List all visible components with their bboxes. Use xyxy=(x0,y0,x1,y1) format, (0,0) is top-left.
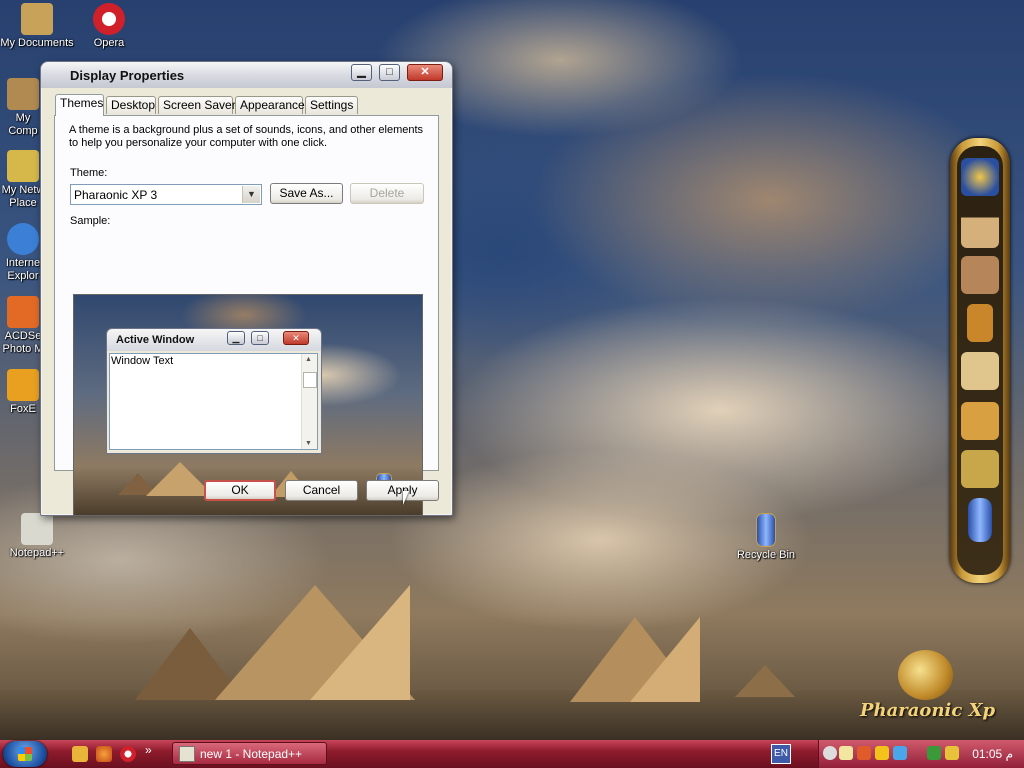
power-icon[interactable] xyxy=(945,746,959,760)
maximize-button[interactable]: □ xyxy=(379,64,400,81)
minimize-icon: ▁ xyxy=(357,66,366,78)
book-icon[interactable] xyxy=(961,352,999,390)
cancel-button[interactable]: Cancel xyxy=(285,480,358,501)
themes-panel: A theme is a background plus a set of so… xyxy=(54,115,439,516)
system-tray: 01:05 م xyxy=(818,740,1024,768)
sample-window-title: Active Window xyxy=(116,334,195,346)
computer-icon xyxy=(7,78,39,110)
dialog-title: Display Properties xyxy=(70,68,185,83)
desktop-icon-my-documents[interactable]: My Documents xyxy=(0,3,74,50)
pharaoh-mask-icon[interactable] xyxy=(961,158,999,196)
ie-icon xyxy=(7,223,39,255)
clock[interactable]: 01:05 م xyxy=(972,747,1013,761)
chevron-down-icon[interactable]: ▼ xyxy=(242,186,260,203)
sample-minimize-icon: ▁ xyxy=(227,331,245,345)
theme-label: Theme: xyxy=(70,167,108,179)
desktop-icon-recycle-bin[interactable]: Recycle Bin xyxy=(729,513,803,562)
firefox-icon[interactable] xyxy=(96,746,112,762)
network-icon xyxy=(7,150,39,182)
language-indicator[interactable]: EN xyxy=(771,744,791,764)
sample-maximize-icon: □ xyxy=(251,331,269,345)
winamp-icon[interactable] xyxy=(72,746,88,762)
shield-icon[interactable] xyxy=(875,746,889,760)
opera-quicklaunch-icon[interactable] xyxy=(120,746,136,762)
desktop-icon-label: Notepad++ xyxy=(9,547,65,559)
pyramid-far xyxy=(735,665,795,697)
scroll-up-icon: ▲ xyxy=(305,356,312,363)
scroll-thumb xyxy=(303,372,317,388)
tab-desktop[interactable]: Desktop xyxy=(106,96,156,114)
tab-themes[interactable]: Themes xyxy=(55,94,104,116)
save-as-button[interactable]: Save As... xyxy=(270,183,343,204)
egyptian-dock xyxy=(950,138,1010,583)
tab-screen-saver[interactable]: Screen Saver xyxy=(158,96,236,114)
taskbar: » new 1 - Notepad++ EN 01:05 م xyxy=(0,740,1024,768)
desktop-icon-notepadpp[interactable]: Notepad++ xyxy=(0,513,74,560)
opera-icon xyxy=(93,3,125,35)
pyramids-icon[interactable] xyxy=(961,210,999,248)
acdsee-icon xyxy=(7,296,39,328)
logo-text: Pharaonic Xp xyxy=(860,700,996,721)
pharaoh-statue-icon xyxy=(21,3,53,35)
sample-active-window: Active Window ▁ □ ✕ Window Text ▲ ▼ xyxy=(106,328,322,454)
sample-window-text: Window Text xyxy=(111,355,174,367)
scribe-statue-icon[interactable] xyxy=(961,256,999,294)
notepad-icon xyxy=(179,745,195,762)
minus-circle-icon[interactable] xyxy=(823,746,837,760)
delete-button[interactable]: Delete xyxy=(350,183,424,204)
windows-logo-icon xyxy=(18,747,32,761)
network-tray-icon[interactable] xyxy=(893,746,907,760)
antivirus-icon[interactable] xyxy=(857,746,871,760)
ok-button[interactable]: OK xyxy=(204,480,276,501)
tools-icon[interactable] xyxy=(961,402,999,440)
tab-appearance[interactable]: Appearance xyxy=(235,96,305,114)
dialog-titlebar[interactable]: Display Properties ▁ □ ✕ xyxy=(41,62,452,88)
pyramid-great-lit-side xyxy=(310,585,410,700)
desktop-icon-label: Opera xyxy=(93,37,125,49)
taskbar-item-notepadpp[interactable]: new 1 - Notepad++ xyxy=(172,742,327,765)
theme-select[interactable]: Pharaonic XP 3 ▼ xyxy=(70,184,262,205)
battery-icon[interactable] xyxy=(927,746,941,760)
desktop-icon-label: Recycle Bin xyxy=(736,549,796,561)
theme-select-value: Pharaonic XP 3 xyxy=(74,188,158,202)
desktop-icon-opera[interactable]: Opera xyxy=(72,3,146,50)
pharaoh-head-emblem xyxy=(898,650,953,700)
sample-window-titlebar: Active Window ▁ □ ✕ xyxy=(107,329,321,351)
harp-icon[interactable] xyxy=(967,304,993,342)
maximize-icon: □ xyxy=(386,66,393,78)
close-button[interactable]: ✕ xyxy=(407,64,443,81)
sample-label: Sample: xyxy=(70,215,111,227)
cartouche-icon[interactable] xyxy=(968,498,992,542)
start-button[interactable] xyxy=(3,741,47,767)
scroll-down-icon: ▼ xyxy=(305,440,312,447)
foxit-icon xyxy=(7,369,39,401)
notepad-icon xyxy=(21,513,53,545)
display-icon[interactable] xyxy=(839,746,853,760)
quicklaunch-overflow[interactable]: » xyxy=(145,743,152,757)
sample-close-icon: ✕ xyxy=(283,331,309,345)
sample-scrollbar: ▲ ▼ xyxy=(301,354,317,449)
recycle-bin-icon xyxy=(756,513,776,547)
mouse-pointer-icon xyxy=(403,491,409,505)
register-icon[interactable] xyxy=(961,450,999,488)
sample-window-body: Window Text ▲ ▼ xyxy=(109,353,318,450)
pharaonic-xp-logo: Pharaonic Xp xyxy=(860,650,995,730)
desktop-icon-label: My Documents xyxy=(0,37,74,49)
tab-settings[interactable]: Settings xyxy=(305,96,358,114)
minimize-button[interactable]: ▁ xyxy=(351,64,372,81)
close-icon: ✕ xyxy=(420,66,430,78)
theme-description: A theme is a background plus a set of so… xyxy=(69,124,424,149)
taskbar-item-label: new 1 - Notepad++ xyxy=(200,746,303,761)
display-properties-dialog: Display Properties ▁ □ ✕ Themes Desktop … xyxy=(40,61,453,516)
pyramid-right-lit-side xyxy=(630,617,700,702)
